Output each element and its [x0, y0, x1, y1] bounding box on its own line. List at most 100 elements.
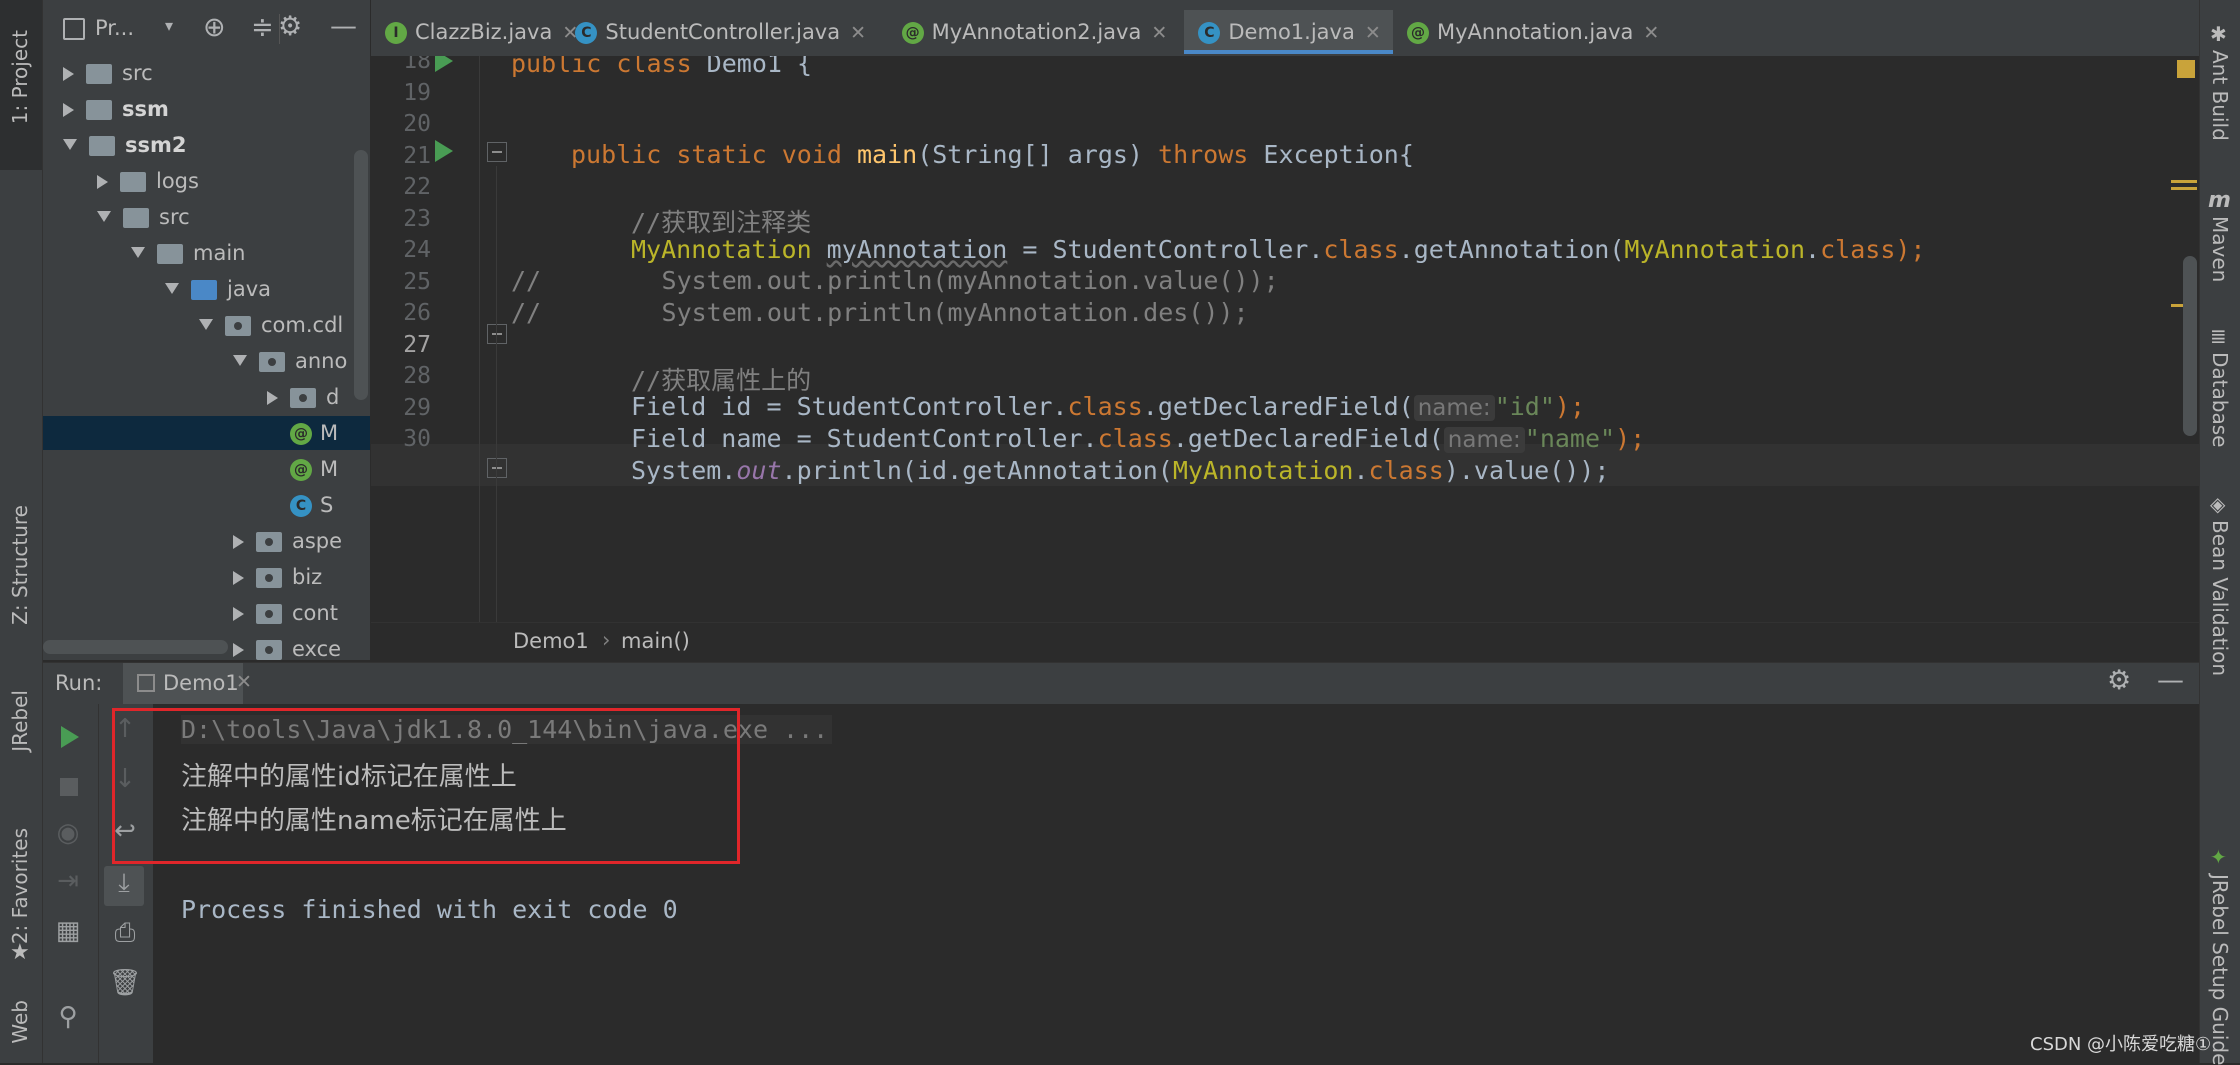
tree-node[interactable]: ssm [43, 92, 370, 126]
locate-icon[interactable]: ⊕ [203, 12, 226, 43]
chevron-down-icon[interactable] [233, 354, 247, 366]
close-icon[interactable]: ✕ [236, 671, 252, 693]
code-line-23: MyAnnotation myAnnotation = StudentContr… [631, 235, 1926, 264]
database-tool-tab[interactable]: Database [2208, 352, 2232, 447]
chevron-right-icon[interactable] [233, 571, 244, 585]
chevron-down-icon[interactable] [131, 246, 145, 258]
breadcrumb-class[interactable]: Demo1 [513, 629, 589, 653]
project-view-selector[interactable]: Pr... [95, 16, 134, 40]
run-tab-demo1[interactable]: Demo1 ✕ [123, 663, 252, 705]
line-number: 22 [403, 174, 431, 200]
camera-icon[interactable]: ◉ [48, 818, 88, 848]
fold-marker[interactable] [487, 458, 507, 478]
close-icon[interactable]: ✕ [850, 22, 866, 44]
chevron-right-icon[interactable] [63, 103, 74, 117]
exit-icon[interactable]: ⇥ [48, 866, 88, 896]
line-number: 30 [403, 426, 431, 452]
tree-node[interactable]: CS [43, 488, 370, 522]
project-tool-tab[interactable]: 1: Project [0, 0, 42, 170]
tree-node[interactable]: logs [43, 164, 370, 198]
tree-node[interactable]: biz [43, 560, 370, 594]
jrebel-tool-tab[interactable]: JRebel [8, 690, 32, 752]
fold-marker[interactable] [487, 324, 507, 344]
tree-vertical-scrollbar[interactable] [354, 150, 368, 400]
chevron-right-icon[interactable] [233, 607, 244, 621]
chevron-down-icon[interactable] [165, 282, 179, 294]
tree-node-label: src [122, 61, 153, 85]
jrebel-setup-guide-tool-tab[interactable]: JRebel Setup Guide [2208, 874, 2232, 1065]
error-stripe-mark[interactable] [2171, 180, 2197, 183]
web-tool-tab[interactable]: Web [8, 1000, 32, 1044]
tree-node[interactable]: @ M [43, 416, 370, 450]
chevron-down-icon[interactable] [97, 210, 111, 222]
tree-node[interactable]: @ M [43, 452, 370, 486]
tab-label: MyAnnotation.java [1437, 20, 1634, 44]
trash-icon[interactable]: 🗑 [105, 968, 145, 998]
close-icon[interactable]: ✕ [1365, 22, 1381, 44]
minimize-icon[interactable]: — [2157, 665, 2184, 696]
tree-node[interactable]: src [43, 56, 370, 90]
bean-validation-tool-tab[interactable]: Bean Validation [2208, 520, 2232, 676]
gear-icon[interactable]: ⚙ [2107, 665, 2131, 696]
tab-myannotation-java[interactable]: @ MyAnnotation.java ✕ [1393, 10, 1737, 54]
warning-marker-icon[interactable] [2177, 60, 2195, 78]
tab-clazzbiz-java[interactable]: I ClazzBiz.java ✕ [371, 10, 578, 54]
chevron-right-icon[interactable] [233, 643, 244, 657]
run-panel-header: Run: Demo1 ✕ ⚙ — [43, 662, 2199, 705]
tree-node[interactable]: src [43, 200, 370, 234]
line-number: 21 [403, 142, 431, 169]
breadcrumb-method[interactable]: main() [621, 629, 690, 653]
ant-build-tool-tab[interactable]: Ant Build [2208, 50, 2232, 141]
gear-icon[interactable]: ⚙ [278, 11, 302, 42]
chevron-right-icon[interactable] [267, 391, 278, 405]
star-icon: ★ [10, 940, 30, 965]
run-class-icon[interactable] [435, 56, 453, 72]
tree-node-label: anno [295, 349, 348, 373]
structure-tool-tab[interactable]: Z: Structure [8, 505, 32, 625]
chevron-right-icon[interactable] [97, 175, 108, 189]
scroll-to-end-toggle[interactable]: ⤓ [104, 866, 144, 906]
close-icon[interactable]: ✕ [1151, 22, 1167, 44]
tree-node-label: aspe [292, 529, 343, 553]
chevron-down-icon[interactable] [63, 138, 77, 150]
pin-icon[interactable]: ⚲ [48, 1002, 88, 1032]
tree-node[interactable]: d [43, 380, 370, 414]
rerun-icon[interactable] [61, 726, 79, 748]
tab-demo1-java[interactable]: C Demo1.java ✕ [1184, 10, 1393, 54]
annotation-file-icon: @ [1407, 22, 1429, 44]
layout-icon[interactable]: ▦ [48, 916, 88, 946]
project-view-icon [63, 18, 85, 40]
tree-node[interactable]: java [43, 272, 370, 306]
chevron-down-icon[interactable]: ▾ [165, 16, 173, 35]
run-main-icon[interactable] [435, 140, 453, 162]
maven-tool-tab[interactable]: Maven [2208, 216, 2232, 282]
error-stripe-mark[interactable] [2171, 187, 2197, 190]
tree-node[interactable]: anno [43, 344, 370, 378]
print-icon[interactable]: ⎙ [105, 918, 145, 949]
chevron-right-icon[interactable] [63, 67, 74, 81]
tree-node[interactable]: com.cdl [43, 308, 370, 342]
fold-marker[interactable] [487, 142, 507, 162]
stop-icon[interactable] [60, 778, 78, 796]
collapse-all-icon[interactable]: ≑ [251, 12, 274, 43]
line-number: 25 [403, 268, 431, 295]
code-line-18: public class Demo1 { [511, 56, 813, 78]
tree-node[interactable]: main [43, 236, 370, 270]
package-icon [290, 388, 316, 408]
favorites-tool-tab[interactable]: 2: Favorites [8, 828, 32, 944]
line-number: 24 [403, 237, 431, 263]
tree-node[interactable]: aspe [43, 524, 370, 558]
tree-horizontal-scrollbar[interactable] [43, 640, 228, 654]
editor-scrollbar[interactable] [2183, 256, 2197, 436]
tree-node-label: M [320, 421, 339, 445]
chevron-down-icon[interactable] [199, 318, 213, 330]
code-line-29: Field name = StudentController.class.get… [631, 424, 1646, 453]
minimize-icon[interactable]: — [330, 11, 357, 42]
code-editor[interactable]: 18 19 20 21 22 23 24 25 26 27 28 29 30 public class … [371, 56, 2199, 622]
tab-myannotation2-java[interactable]: @ MyAnnotation2.java ✕ [888, 10, 1185, 54]
chevron-right-icon[interactable] [233, 535, 244, 549]
tab-studentcontroller-java[interactable]: C StudentController.java ✕ [561, 10, 887, 54]
close-icon[interactable]: ✕ [1643, 22, 1659, 44]
tree-node[interactable]: ssm2 [43, 128, 370, 162]
tree-node[interactable]: cont [43, 596, 370, 630]
